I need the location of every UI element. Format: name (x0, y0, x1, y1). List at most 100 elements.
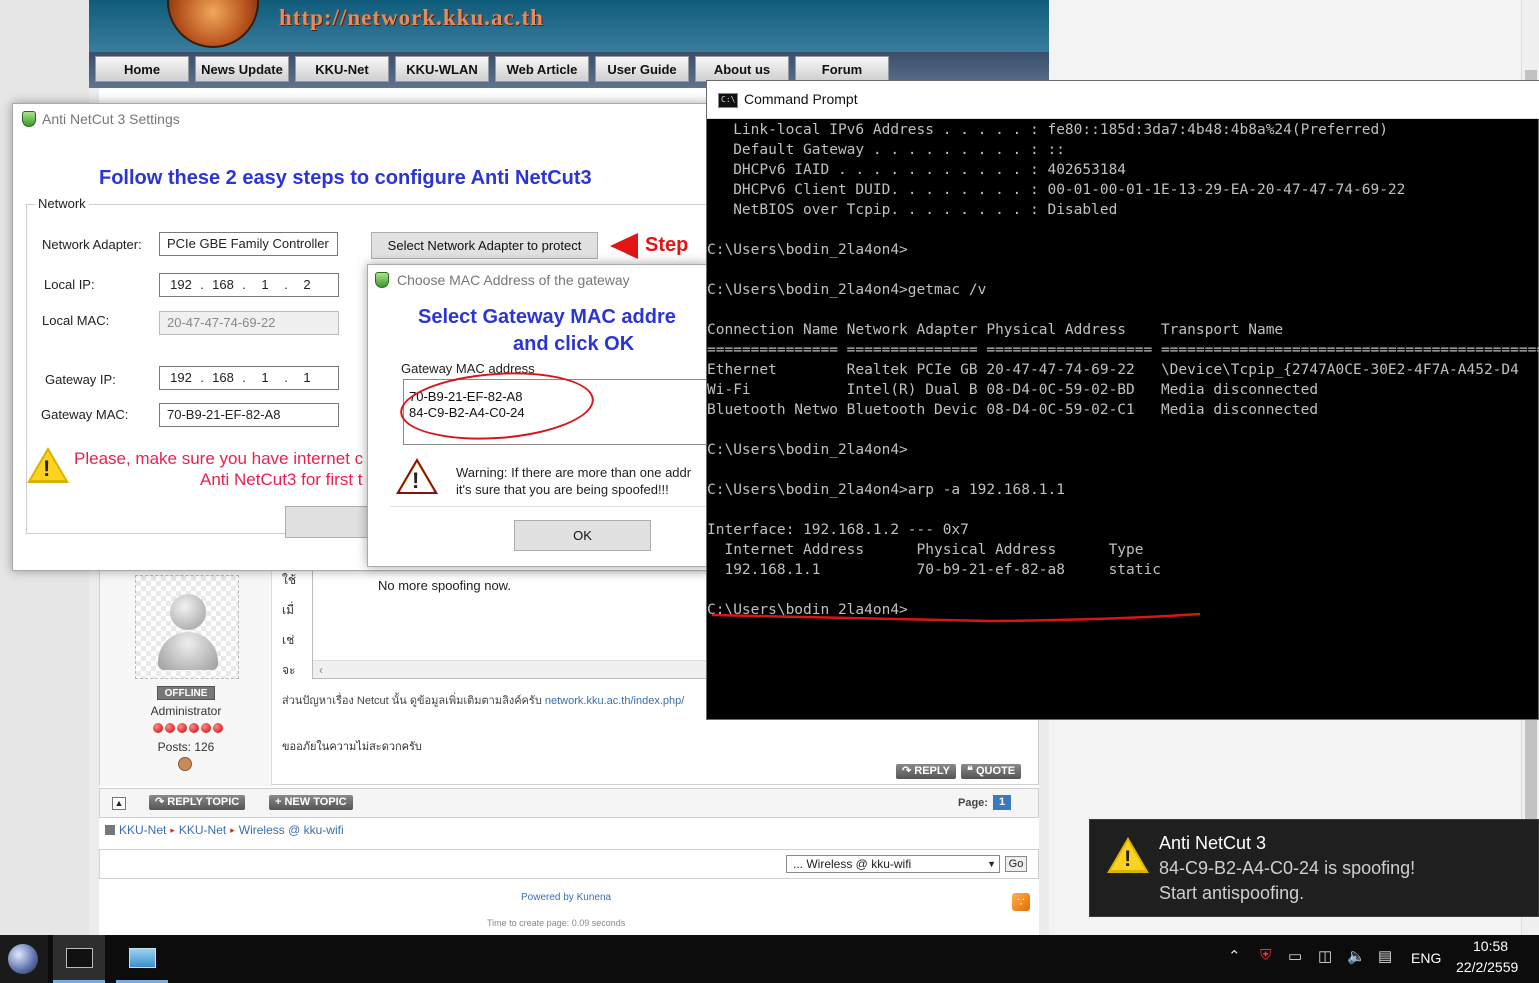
reply-topic-button[interactable]: ↷ REPLY TOPIC (149, 795, 246, 810)
forum-jump-select[interactable]: ... Wireless @ kku-wifi ▼ (786, 855, 1000, 873)
user-icon[interactable] (178, 757, 192, 771)
step-arrow-icon (610, 233, 638, 259)
nav-about-us[interactable]: About us (695, 56, 789, 82)
cmd-line: Link-local IPv6 Address . . . . . : fe80… (707, 122, 1388, 138)
local-ip-field[interactable]: 192. 168. 1. 2 (159, 273, 339, 297)
breadcrumb: KKU-Net ▸ KKU-Net ▸ Wireless @ kku-wifi (105, 823, 344, 837)
post-link[interactable]: network.kku.ac.th/index.php/ (545, 695, 684, 707)
quote-button[interactable]: ❝ QUOTE (961, 764, 1022, 779)
author-role: Administrator (150, 704, 222, 718)
avatar[interactable] (135, 575, 239, 679)
breadcrumb-separator-icon: ▸ (170, 824, 175, 835)
cmd-line: DHCPv6 Client DUID. . . . . . . . : 00-0… (707, 182, 1406, 198)
nav-news-update[interactable]: News Update (195, 56, 289, 82)
forum-jump-selected: ... Wireless @ kku-wifi (793, 857, 912, 871)
warning-icon-mark: ! (412, 468, 420, 493)
settings-heading: Follow these 2 easy steps to configure A… (99, 167, 592, 189)
settings-action-button[interactable] (285, 506, 375, 538)
cmd-line: Ethernet Realtek PCIe GB 20-47-47-74-69-… (707, 362, 1519, 378)
author-profile: OFFLINE Administrator Posts: 126 (100, 561, 272, 786)
page-number[interactable]: 1 (993, 795, 1011, 810)
notification-message-line-2: Start antispoofing. (1159, 883, 1305, 903)
nav-web-article[interactable]: Web Article (495, 56, 589, 82)
post-more-info: ส่วนปัญหาเรื่อง Netcut นั้น ดูข้อมูลเพิ่… (282, 691, 702, 709)
cmd-line: C:\Users\bodin_2la4on4> (707, 242, 908, 258)
cmd-line: =============== =============== ========… (707, 342, 1539, 358)
cmd-icon (66, 948, 93, 968)
cmd-line: C:\Users\bodin_2la4on4>arp -a 192.168.1.… (707, 482, 1065, 498)
post-text-line: ใช้ (282, 573, 297, 587)
local-mac-field: 20-47-47-74-69-22 (159, 311, 339, 335)
quote-button-label: QUOTE (975, 765, 1016, 777)
cmd-line: C:\Users\bodin_2la4on4> (707, 442, 908, 458)
gateway-mac-label: Gateway MAC: (41, 407, 129, 422)
chevron-up-icon[interactable]: ⌃ (1228, 947, 1241, 965)
gateway-mac-field[interactable]: 70-B9-21-EF-82-A8 (159, 403, 339, 427)
new-topic-label: NEW TOPIC (284, 796, 347, 808)
language-indicator[interactable]: ENG (1411, 950, 1441, 966)
taskbar: ⌃ ⛨ ▭ ◫ 🔈 ▤ ENG 10:58 22/2/2559 (0, 935, 1539, 983)
nav-kku-net[interactable]: KKU-Net (295, 56, 389, 82)
network-adapter-field[interactable]: PCIe GBE Family Controller (159, 232, 338, 256)
nav-user-guide[interactable]: User Guide (595, 56, 689, 82)
battery-icon[interactable]: ▭ (1288, 947, 1302, 965)
post-text-line: เมื่ (282, 603, 295, 617)
divider (390, 506, 710, 507)
taskbar-command-prompt[interactable] (53, 935, 105, 983)
internet-warning-line-1: Please, make sure you have internet c (74, 449, 364, 468)
action-center-icon[interactable]: ▤ (1378, 947, 1392, 965)
nav-forum[interactable]: Forum (795, 56, 889, 82)
mac-dialog-title-bar[interactable]: Choose MAC Address of the gateway (368, 265, 711, 295)
nav-kku-wlan[interactable]: KKU-WLAN (395, 56, 489, 82)
gateway-ip-field[interactable]: 192. 168. 1. 1 (159, 366, 339, 390)
mac-dialog-heading-line-1: Select Gateway MAC addre (418, 306, 676, 328)
ip-octet: 2 (303, 277, 311, 292)
breadcrumb-icon (105, 825, 115, 835)
quote-block: No more spoofing now. ‹ (312, 567, 753, 679)
breadcrumb-item[interactable]: KKU-Net (119, 823, 166, 837)
notification-title: Anti NetCut 3 (1159, 833, 1267, 853)
anti-netcut-shield-icon (22, 111, 36, 127)
chevron-down-icon: ▼ (987, 859, 996, 869)
anti-netcut-tray-icon[interactable]: ⛨ (1260, 947, 1271, 964)
ip-octet: 168 (212, 277, 234, 292)
network-icon[interactable]: ◫ (1318, 947, 1332, 965)
rss-icon[interactable]: ∵ (1012, 893, 1030, 911)
go-button[interactable]: Go (1005, 856, 1027, 872)
ok-button[interactable]: OK (514, 520, 651, 551)
ip-octet: 168 (212, 370, 234, 385)
taskbar-app[interactable] (116, 935, 168, 983)
site-header: http://network.kku.ac.th (89, 0, 1049, 56)
cmd-icon: C:\ (718, 93, 738, 108)
start-button[interactable] (0, 935, 48, 983)
cmd-output[interactable]: Link-local IPv6 Address . . . . . : fe80… (707, 120, 1539, 720)
reply-button[interactable]: ↷ REPLY (896, 764, 956, 779)
local-ip-label: Local IP: (44, 277, 95, 292)
mac-dialog-heading-line-2: and click OK (513, 333, 635, 355)
clock-date[interactable]: 22/2/2559 (1456, 959, 1518, 975)
breadcrumb-item[interactable]: KKU-Net (179, 823, 226, 837)
rank-stars (153, 723, 223, 733)
cmd-title-bar[interactable]: C:\ Command Prompt (707, 81, 1539, 119)
cmd-line: Connection Name Network Adapter Physical… (707, 322, 1284, 338)
new-topic-button[interactable]: + NEW TOPIC (269, 795, 353, 810)
post-more-info-text: ส่วนปัญหาเรื่อง Netcut นั้น ดูข้อมูลเพิ่… (282, 695, 545, 707)
topic-action-bar: ▲ ↷ REPLY TOPIC + NEW TOPIC Page: 1 (99, 788, 1039, 818)
reply-topic-label: REPLY TOPIC (167, 796, 240, 808)
author-post-count: Posts: 126 (157, 740, 215, 754)
cmd-line: DHCPv6 IAID . . . . . . . . . . . : 4026… (707, 162, 1127, 178)
settings-title-bar[interactable]: Anti NetCut 3 Settings (13, 104, 711, 134)
breadcrumb-item[interactable]: Wireless @ kku-wifi (239, 823, 344, 837)
volume-icon[interactable]: 🔈 (1347, 947, 1366, 965)
reply-button-label: REPLY (914, 765, 950, 777)
powered-by-link[interactable]: Powered by Kunena (521, 892, 611, 903)
page-label: Page: (958, 797, 988, 809)
nav-home[interactable]: Home (95, 56, 189, 82)
notification-toast[interactable]: ! Anti NetCut 3 84-C9-B2-A4-C0-24 is spo… (1089, 819, 1539, 917)
page-time-text: Time to create page: 0.09 seconds (487, 918, 626, 928)
scroll-top-button[interactable]: ▲ (112, 797, 126, 810)
cmd-line: Internet Address Physical Address Type (707, 542, 1144, 558)
select-adapter-button[interactable]: Select Network Adapter to protect (371, 232, 598, 259)
clock-time[interactable]: 10:58 (1473, 938, 1508, 954)
quote-horizontal-scrollbar[interactable]: ‹ (313, 660, 753, 678)
